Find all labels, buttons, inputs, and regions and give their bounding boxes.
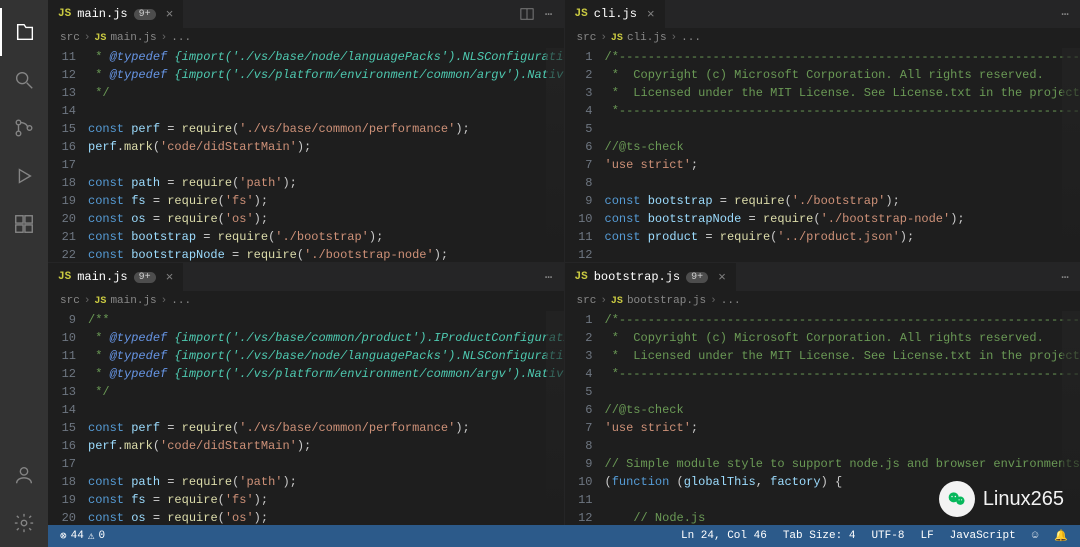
errors-status[interactable]: ⊗ 44 ⚠ 0 bbox=[56, 529, 109, 543]
source-control-icon[interactable] bbox=[0, 104, 48, 152]
close-icon[interactable]: × bbox=[166, 270, 174, 285]
extensions-icon[interactable] bbox=[0, 200, 48, 248]
encoding[interactable]: UTF-8 bbox=[867, 530, 908, 542]
error-icon: ⊗ bbox=[60, 529, 67, 543]
tab-label: bootstrap.js bbox=[594, 270, 680, 284]
line-gutter: 91011121314151617181920212223 bbox=[48, 311, 88, 525]
minimap[interactable] bbox=[1062, 311, 1080, 525]
split-editor-icon[interactable] bbox=[516, 3, 538, 25]
debug-icon[interactable] bbox=[0, 152, 48, 200]
tabs-bar: JS main.js 9+ × ⋯ bbox=[48, 263, 564, 291]
cursor-position[interactable]: Ln 24, Col 46 bbox=[677, 530, 771, 542]
eol[interactable]: LF bbox=[916, 530, 937, 542]
editor-pane-top-left: JS main.js 9+ × ⋯ src› JS main.js› ... bbox=[48, 0, 564, 262]
tab-main-js[interactable]: JS main.js 9+ × bbox=[48, 0, 184, 28]
editor-pane-top-right: JS cli.js × ⋯ src› JS cli.js› ... 123456… bbox=[565, 0, 1080, 262]
minimap[interactable] bbox=[1062, 48, 1080, 262]
status-bar: ⊗ 44 ⚠ 0 Ln 24, Col 46 Tab Size: 4 UTF-8… bbox=[48, 525, 1080, 547]
notifications-icon[interactable]: 🔔 bbox=[1050, 529, 1072, 543]
js-file-icon: JS bbox=[94, 296, 106, 307]
account-icon[interactable] bbox=[0, 451, 48, 499]
more-actions-icon[interactable]: ⋯ bbox=[538, 3, 560, 25]
feedback-icon[interactable]: ☺ bbox=[1028, 530, 1043, 542]
breadcrumb[interactable]: src› JS main.js› ... bbox=[48, 28, 564, 48]
js-file-icon: JS bbox=[58, 271, 71, 283]
minimap[interactable] bbox=[546, 311, 564, 525]
tab-badge: 9+ bbox=[134, 9, 156, 20]
more-actions-icon[interactable]: ⋯ bbox=[1054, 266, 1076, 288]
tab-badge: 9+ bbox=[134, 272, 156, 283]
tab-badge: 9+ bbox=[686, 272, 708, 283]
error-count: 44 bbox=[71, 530, 84, 542]
code-editor[interactable]: 111213141516171819202122232425 * @typede… bbox=[48, 48, 564, 262]
tab-label: main.js bbox=[77, 7, 127, 21]
close-icon[interactable]: × bbox=[718, 270, 726, 285]
tabs-bar: JS cli.js × ⋯ bbox=[565, 0, 1080, 28]
minimap[interactable] bbox=[546, 48, 564, 262]
tabs-bar: JS bootstrap.js 9+ × ⋯ bbox=[565, 263, 1080, 291]
activity-bar bbox=[0, 0, 48, 547]
close-icon[interactable]: × bbox=[166, 7, 174, 22]
language-mode[interactable]: JavaScript bbox=[946, 530, 1020, 542]
js-file-icon: JS bbox=[575, 271, 588, 283]
settings-gear-icon[interactable] bbox=[0, 499, 48, 547]
warning-icon: ⚠ bbox=[88, 529, 95, 543]
tabs-bar: JS main.js 9+ × ⋯ bbox=[48, 0, 564, 28]
warning-count: 0 bbox=[98, 530, 105, 542]
line-gutter: 111213141516171819202122232425 bbox=[48, 48, 88, 262]
code-editor[interactable]: 91011121314151617181920212223 /** * @typ… bbox=[48, 311, 564, 525]
search-icon[interactable] bbox=[0, 56, 48, 104]
close-icon[interactable]: × bbox=[647, 7, 655, 22]
js-file-icon: JS bbox=[611, 33, 623, 44]
js-file-icon: JS bbox=[94, 33, 106, 44]
line-gutter: 123456789101112131415 bbox=[565, 311, 605, 525]
breadcrumb[interactable]: src› JS cli.js› ... bbox=[565, 28, 1080, 48]
line-gutter: 123456789101112131415 bbox=[565, 48, 605, 262]
editor-pane-bottom-left: JS main.js 9+ × ⋯ src› JS main.js› ... 9… bbox=[48, 263, 564, 525]
more-actions-icon[interactable]: ⋯ bbox=[1054, 3, 1076, 25]
editor-grid: JS main.js 9+ × ⋯ src› JS main.js› ... bbox=[48, 0, 1080, 525]
tab-cli-js[interactable]: JS cli.js × bbox=[565, 0, 666, 28]
tab-label: main.js bbox=[77, 270, 127, 284]
tab-label: cli.js bbox=[594, 7, 637, 21]
tab-main-js[interactable]: JS main.js 9+ × bbox=[48, 263, 184, 291]
tab-bootstrap-js[interactable]: JS bootstrap.js 9+ × bbox=[565, 263, 737, 291]
js-file-icon: JS bbox=[58, 8, 71, 20]
code-editor[interactable]: 123456789101112131415 /*----------------… bbox=[565, 48, 1080, 262]
tab-size[interactable]: Tab Size: 4 bbox=[779, 530, 860, 542]
breadcrumb[interactable]: src› JS main.js› ... bbox=[48, 291, 564, 311]
breadcrumb[interactable]: src› JS bootstrap.js› ... bbox=[565, 291, 1080, 311]
more-actions-icon[interactable]: ⋯ bbox=[538, 266, 560, 288]
watermark: Linux265 bbox=[939, 481, 1064, 517]
wechat-icon bbox=[939, 481, 975, 517]
explorer-icon[interactable] bbox=[0, 8, 48, 56]
js-file-icon: JS bbox=[611, 296, 623, 307]
js-file-icon: JS bbox=[575, 8, 588, 20]
watermark-text: Linux265 bbox=[983, 488, 1064, 511]
